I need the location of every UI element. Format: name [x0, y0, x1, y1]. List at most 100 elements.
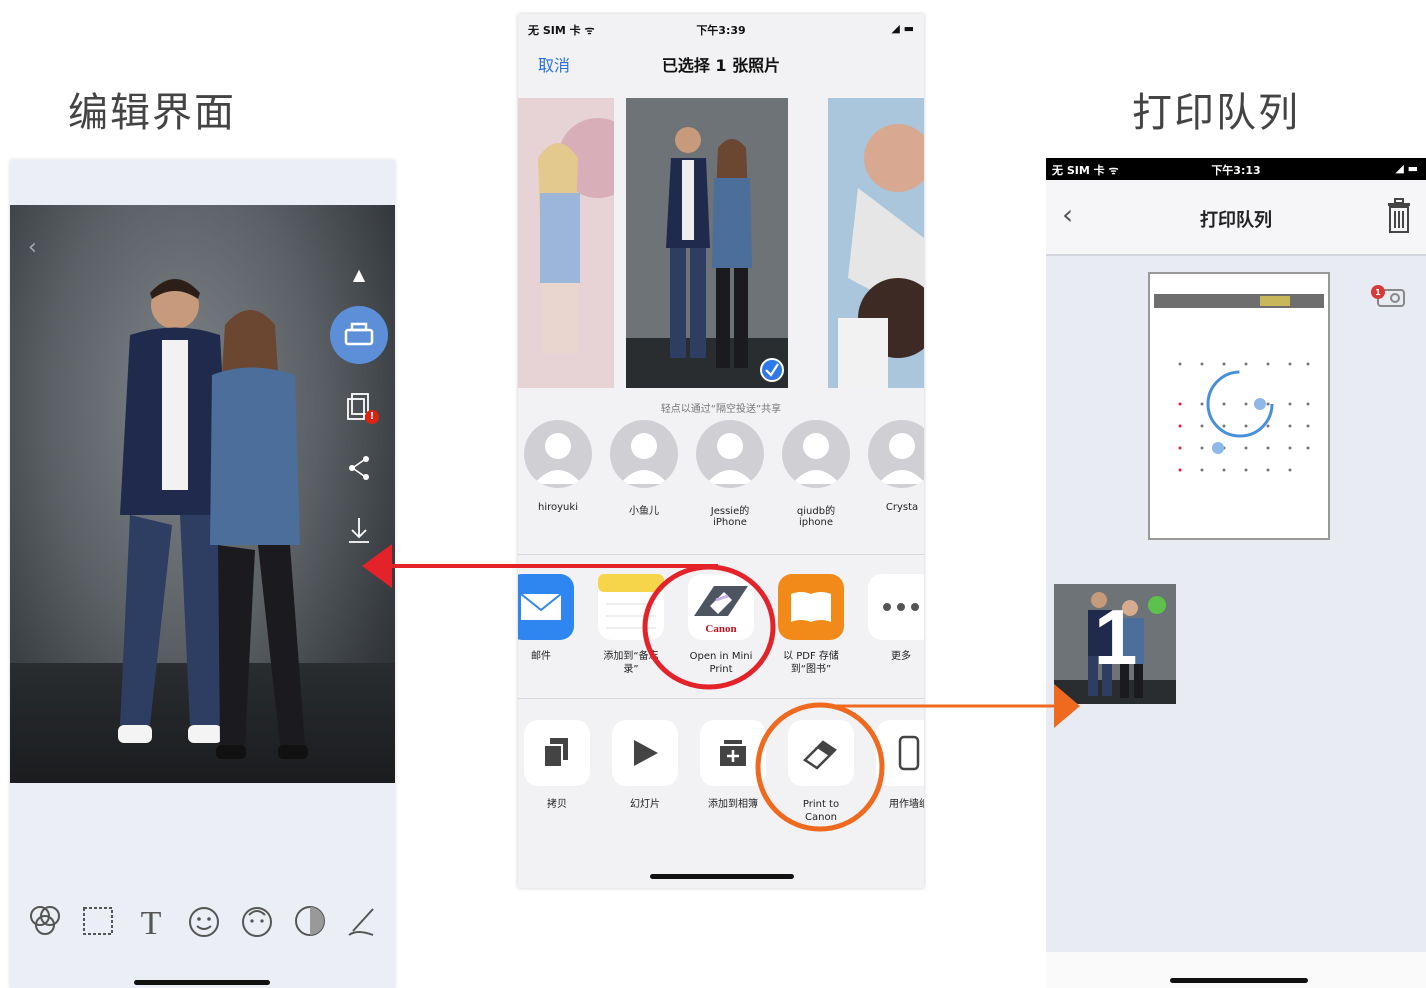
avatar [524, 420, 592, 488]
avatar [868, 420, 924, 488]
app-mail[interactable]: 邮件 [518, 574, 574, 676]
brightness-tool[interactable] [289, 900, 331, 942]
contact-item[interactable]: Crysta [868, 420, 924, 528]
edit-side-toolbar: ▲ ! [323, 265, 395, 550]
photo-couple [626, 98, 788, 388]
contact-item[interactable]: hiroyuki [524, 420, 592, 528]
photo-couple [118, 279, 308, 759]
text-tool[interactable]: T [130, 900, 172, 942]
contact-name: qiudb的 iphone [796, 506, 836, 528]
share-apps-row: 邮件 添加到“备忘录” Canon Open in Mini Print 以 P… [518, 574, 924, 676]
home-indicator [650, 874, 794, 879]
photo-strip [518, 98, 924, 388]
queue-badge: ! [365, 410, 379, 424]
print-queue-screen: 无 SIM 卡 ᯤ 下午3:13 ◢ ▬ ‹ 打印队列 1 1 [1046, 158, 1426, 988]
action-slideshow[interactable]: 幻灯片 [612, 720, 678, 824]
action-add-to-album[interactable]: 添加到相簿 [700, 720, 766, 824]
edit-photo: ‹ ▲ ! [10, 205, 395, 783]
share-sheet: 无 SIM 卡 ᯤ 下午3:39 ◢ ▬ 取消 已选择 1 张照片 轻点以通过“… [518, 14, 924, 888]
svg-text:T: T [141, 905, 162, 941]
calendar-preview-image [1150, 274, 1328, 538]
status-bar: 无 SIM 卡 ᯤ 下午3:13 ◢ ▬ [1046, 158, 1426, 180]
face-icon [242, 907, 272, 937]
queue-item-number: 1 [1094, 593, 1138, 681]
share-icon [349, 456, 369, 480]
avatar [610, 420, 678, 488]
frame-tool[interactable] [77, 900, 119, 942]
contact-item[interactable]: Jessie的 iPhone [696, 420, 764, 528]
photo-thumb-selected[interactable] [626, 98, 788, 388]
queue-nav-bar: ‹ 打印队列 [1046, 180, 1426, 256]
calendar-preview-card [1148, 272, 1330, 540]
filter-icon [30, 906, 60, 935]
share-header: 取消 已选择 1 张照片 [518, 44, 924, 90]
photo-girl [518, 98, 614, 388]
airdrop-hint: 轻点以通过“隔空投送”共享 [660, 404, 782, 415]
battery-icon: ◢ ▬ [1395, 162, 1418, 175]
printer-badge-count: 1 [1375, 288, 1381, 297]
phone-icon [876, 720, 924, 786]
caption-edit-screen: 编辑界面 [68, 90, 236, 136]
pen-tool[interactable] [342, 900, 384, 942]
battery-icon: ◢ ▬ [891, 22, 914, 35]
caption-print-queue: 打印队列 [1132, 90, 1300, 136]
play-icon [612, 720, 678, 786]
share-title: 已选择 1 张照片 [661, 56, 781, 75]
time-text: 下午3:39 [696, 24, 746, 37]
more-icon [868, 574, 924, 640]
frame-icon [83, 907, 113, 935]
contact-item[interactable]: 小鱼儿 [610, 420, 678, 528]
print-queue-button[interactable]: ! [339, 386, 379, 426]
add-album-icon [700, 720, 766, 786]
photo-thumb[interactable] [828, 98, 924, 388]
app-books[interactable]: 以 PDF 存储到“图书” [778, 574, 844, 676]
share-actions-row: 拷贝 幻灯片 添加到相簿 Print to Canon 用作墙纸 [524, 720, 924, 824]
printer-status[interactable]: 1 [1368, 284, 1408, 314]
avatar [782, 420, 850, 488]
back-icon[interactable]: ‹ [28, 235, 37, 260]
pen-icon [348, 908, 374, 936]
home-indicator [1170, 978, 1308, 983]
action-wallpaper[interactable]: 用作墙纸 [876, 720, 924, 824]
airdrop-contacts: hiroyuki 小鱼儿 Jessie的 iPhone qiudb的 iphon… [524, 420, 924, 528]
home-indicator [134, 980, 270, 985]
sticker-icon [189, 907, 219, 937]
avatar [696, 420, 764, 488]
print-button[interactable] [330, 306, 388, 364]
text-icon: T [141, 905, 162, 941]
app-more[interactable]: 更多 [868, 574, 924, 676]
status-dot [1148, 596, 1166, 614]
canon-mini-print-icon: Canon [688, 574, 754, 640]
contact-name: 小鱼儿 [629, 506, 659, 517]
action-print-to-canon[interactable]: Print to Canon [788, 720, 854, 824]
contact-item[interactable]: qiudb的 iphone [782, 420, 850, 528]
app-open-in-mini-print[interactable]: Canon Open in Mini Print [688, 574, 754, 676]
edit-screen: ‹ ▲ ! T [10, 160, 395, 988]
composite-guide: 编辑界面 打印队列 ‹ ▲ ! T 无 SIM 卡 ᯤ 下午3:39 ◢ ▬ 取… [0, 0, 1426, 988]
printer-device-icon: 1 [1371, 285, 1405, 307]
photo-thumb[interactable] [518, 98, 614, 388]
books-icon [778, 574, 844, 640]
contact-name: Jessie的 iPhone [710, 506, 750, 528]
app-notes[interactable]: 添加到“备忘录” [598, 574, 664, 676]
collapse-icon[interactable]: ▲ [353, 265, 365, 284]
action-copy[interactable]: 拷贝 [524, 720, 590, 824]
filter-tool[interactable] [24, 900, 66, 942]
printer-icon [344, 322, 374, 346]
queue-item[interactable]: 1 [1054, 584, 1176, 704]
notes-icon [598, 574, 664, 640]
save-button[interactable] [339, 510, 379, 550]
eraser-print-icon [788, 720, 854, 786]
status-bar: 无 SIM 卡 ᯤ 下午3:39 ◢ ▬ [518, 14, 924, 44]
sticker-tool[interactable] [183, 900, 225, 942]
trash-icon[interactable] [1384, 198, 1414, 234]
mail-icon [518, 574, 574, 640]
brightness-icon [295, 906, 325, 936]
queue-title: 打印队列 [1200, 210, 1272, 231]
contact-name: Crysta [885, 502, 919, 513]
share-button[interactable] [339, 448, 379, 488]
time-text: 下午3:13 [1211, 164, 1261, 177]
download-icon [349, 518, 369, 543]
face-tool[interactable] [236, 900, 278, 942]
photo-friends [828, 98, 924, 388]
